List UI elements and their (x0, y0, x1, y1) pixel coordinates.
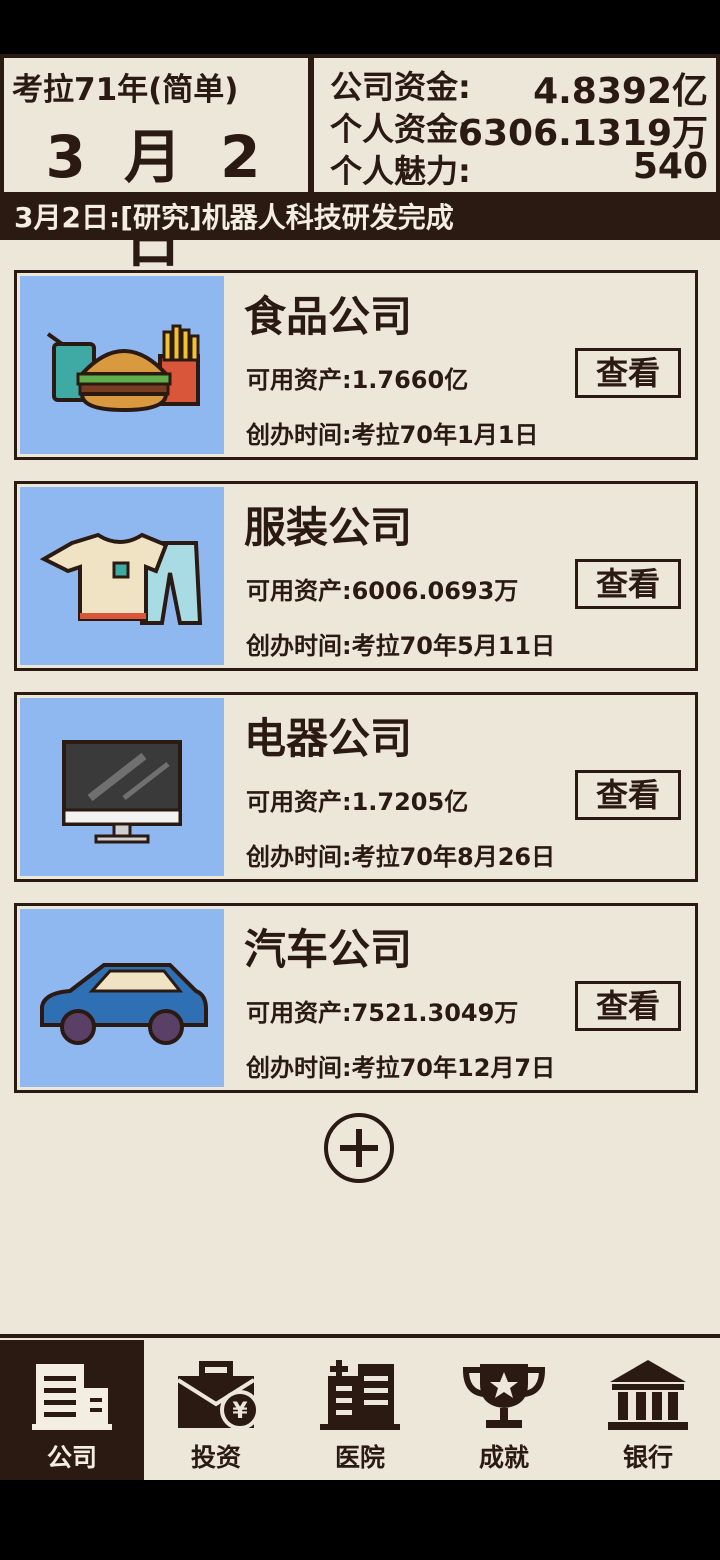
stats-panel: 公司资金: 4.8392亿 个人资金: 6306.1319万 个人魅力: 540 (314, 58, 716, 192)
company-founded: 创办时间:考拉70年5月11日 (246, 632, 556, 660)
company-name: 电器公司 (244, 714, 413, 763)
header: 考拉71年(简单) 3 月 2 日 公司资金: 4.8392亿 个人资金: 63… (0, 54, 720, 275)
company-founded: 创办时间:考拉70年12月7日 (246, 1054, 556, 1082)
event-text: 3月2日:[研究]机器人科技研发完成 (14, 201, 454, 234)
company-name: 食品公司 (244, 292, 413, 341)
food-icon (20, 276, 224, 454)
stat-label: 个人魅力: (330, 152, 471, 190)
company-card-electronics[interactable]: 电器公司 可用资产:1.7205亿 创办时间:考拉70年8月26日 查看 (14, 692, 698, 882)
company-card-food[interactable]: 食品公司 可用资产:1.7660亿 创办时间:考拉70年1月1日 查看 (14, 270, 698, 460)
bank-icon (608, 1360, 688, 1430)
view-button[interactable]: 查看 (575, 559, 681, 609)
building-icon (32, 1364, 112, 1430)
company-card-car[interactable]: 汽车公司 可用资产:7521.3049万 创办时间:考拉70年12月7日 查看 (14, 903, 698, 1093)
stat-label: 公司资金: (330, 68, 471, 106)
company-assets: 可用资产:1.7205亿 (246, 788, 469, 816)
current-date: 3 月 2 日 (45, 123, 267, 275)
app-screen: 考拉71年(简单) 3 月 2 日 公司资金: 4.8392亿 个人资金: 63… (0, 54, 720, 1480)
stat-personal-funds: 个人资金: 6306.1319万 (330, 104, 708, 154)
stat-value: 540 (632, 146, 708, 187)
company-assets: 可用资产:7521.3049万 (246, 999, 519, 1027)
hospital-icon (320, 1360, 400, 1430)
svg-text:¥: ¥ (232, 1399, 248, 1424)
view-button[interactable]: 查看 (575, 770, 681, 820)
tab-company[interactable]: 公司 (0, 1340, 144, 1480)
plus-icon-vertical (356, 1129, 362, 1167)
tab-label: 医院 (334, 1443, 385, 1472)
tab-label: 成就 (478, 1443, 529, 1472)
stat-company-funds: 公司资金: 4.8392亿 (330, 62, 708, 112)
bottom-tab-bar: 公司 ¥ 投资 医院 成就 银行 (0, 1334, 720, 1480)
company-founded: 创办时间:考拉70年8月26日 (246, 843, 556, 871)
add-company-button[interactable] (324, 1113, 394, 1183)
briefcase-yen-icon: ¥ (176, 1361, 258, 1430)
view-button[interactable]: 查看 (575, 348, 681, 398)
tab-bank[interactable]: 银行 (576, 1340, 720, 1480)
company-assets: 可用资产:1.7660亿 (246, 366, 469, 394)
stat-label: 个人资金: (330, 110, 471, 148)
clothing-icon (20, 487, 224, 665)
status-bar (0, 0, 720, 54)
company-founded: 创办时间:考拉70年1月1日 (246, 421, 539, 449)
company-name: 汽车公司 (244, 925, 413, 974)
tab-hospital[interactable]: 医院 (288, 1340, 432, 1480)
date-panel: 考拉71年(简单) 3 月 2 日 (4, 58, 308, 275)
trophy-icon (462, 1364, 546, 1428)
era-difficulty: 考拉71年(简单) (12, 72, 239, 108)
monitor-icon (20, 698, 224, 876)
car-icon (20, 909, 224, 1087)
company-card-clothing[interactable]: 服装公司 可用资产:6006.0693万 创办时间:考拉70年5月11日 查看 (14, 481, 698, 671)
company-name: 服装公司 (244, 503, 413, 552)
tab-invest[interactable]: ¥ 投资 (144, 1340, 288, 1480)
tab-label: 银行 (622, 1443, 673, 1472)
event-ticker: 3月2日:[研究]机器人科技研发完成 (0, 196, 720, 240)
tab-label: 投资 (190, 1443, 241, 1472)
stat-charisma: 个人魅力: 540 (330, 146, 708, 190)
tab-achievements[interactable]: 成就 (432, 1340, 576, 1480)
tab-label: 公司 (46, 1443, 97, 1472)
view-button[interactable]: 查看 (575, 981, 681, 1031)
system-nav-bar (0, 1480, 720, 1560)
company-assets: 可用资产:6006.0693万 (246, 577, 519, 605)
